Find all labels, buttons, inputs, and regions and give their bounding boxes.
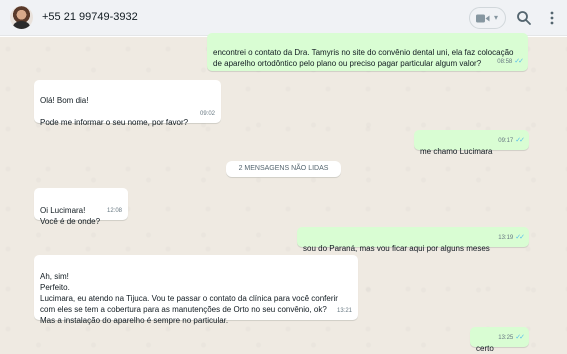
message-outgoing[interactable]: me chamo Lucimara 09:17 ✓✓: [414, 130, 529, 156]
message-outgoing[interactable]: certo 13:25 ✓✓: [470, 327, 529, 353]
message-list[interactable]: encontrei o contato da Dra. Tamyris no s…: [0, 33, 567, 354]
message-time: 08:58 ✓✓: [497, 58, 524, 65]
read-ticks-icon: ✓✓: [515, 334, 525, 341]
message-text: encontrei o contato da Dra. Tamyris no s…: [213, 48, 514, 68]
message-text: certo: [476, 344, 494, 353]
read-ticks-icon: ✓✓: [515, 234, 525, 241]
message-incoming[interactable]: Olá! Bom dia! Pode me informar o seu nom…: [34, 80, 221, 127]
avatar[interactable]: [10, 6, 33, 29]
message-text: Ah, sim! Perfeito. Lucimara, eu atendo n…: [40, 272, 338, 325]
message-text: Oi Lucimara! Você é de onde?: [40, 206, 101, 226]
read-ticks-icon: ✓✓: [515, 137, 525, 144]
message-text: me chamo Lucimara: [420, 147, 493, 156]
chevron-down-icon: ▾: [494, 13, 499, 22]
message-time: 09:17 ✓✓: [498, 137, 525, 144]
chat-header: +55 21 99749-3932 ▾: [0, 0, 567, 36]
video-call-button[interactable]: ▾: [469, 7, 506, 29]
message-text: Olá! Bom dia! Pode me informar o seu nom…: [40, 96, 189, 127]
message-outgoing[interactable]: encontrei o contato da Dra. Tamyris no s…: [207, 33, 528, 71]
read-ticks-icon: ✓✓: [514, 58, 524, 65]
message-time: 13:21: [336, 308, 352, 314]
message-time: 13:25 ✓✓: [498, 334, 525, 341]
search-icon[interactable]: [516, 10, 532, 26]
message-incoming[interactable]: Ah, sim! Perfeito. Lucimara, eu atendo n…: [34, 255, 358, 325]
message-outgoing[interactable]: sou do Paraná, mas vou ficar aqui por al…: [297, 227, 529, 253]
message-incoming[interactable]: Oi Lucimara! Você é de onde? 12:08: [34, 188, 128, 226]
video-call-icon: [476, 14, 490, 23]
message-time: 12:08: [106, 208, 122, 214]
message-text: sou do Paraná, mas vou ficar aqui por al…: [303, 244, 490, 253]
menu-icon[interactable]: [548, 10, 556, 26]
unread-divider: 2 MENSAGENS NÃO LIDAS: [226, 161, 341, 177]
message-time: 13:19 ✓✓: [498, 234, 525, 241]
contact-name[interactable]: +55 21 99749-3932: [42, 11, 138, 23]
message-time: 09:02: [199, 111, 215, 117]
